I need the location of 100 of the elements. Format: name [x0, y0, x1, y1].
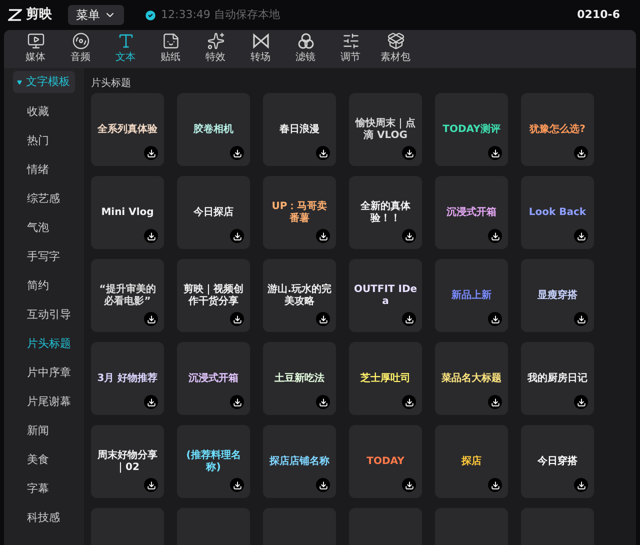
template-card[interactable]: 显瘦穿搭: [521, 259, 594, 332]
check-icon: [144, 8, 157, 22]
template-preview-text: 土豆新吃法: [274, 372, 324, 384]
template-card[interactable]: UP：马哥卖番薯: [263, 176, 336, 249]
download-icon[interactable]: [488, 395, 502, 409]
template-card[interactable]: 周末好物分享｜02: [91, 425, 164, 498]
template-card[interactable]: 新品上新: [435, 259, 508, 332]
tab[interactable]: 调节: [331, 32, 370, 68]
tab[interactable]: 贴纸: [151, 32, 190, 68]
download-icon[interactable]: [574, 395, 588, 409]
sidebar-item[interactable]: 互动引导: [4, 301, 84, 330]
template-card[interactable]: Look Back: [521, 176, 594, 249]
download-icon[interactable]: [230, 229, 244, 243]
download-icon[interactable]: [402, 395, 416, 409]
music-disc-icon: [72, 32, 90, 50]
template-card[interactable]: (推荐料理名称): [177, 425, 250, 498]
download-icon[interactable]: [316, 229, 330, 243]
sidebar-item[interactable]: 简约: [4, 272, 84, 301]
template-card[interactable]: TODAY测评: [435, 93, 508, 166]
download-icon[interactable]: [488, 312, 502, 326]
category-header[interactable]: 文字模板: [13, 71, 75, 93]
sidebar-item[interactable]: 收藏: [4, 98, 84, 127]
template-card[interactable]: 愉快周末｜点滴 VLOG: [349, 93, 422, 166]
template-preview-text: 全系列真体验: [98, 124, 158, 136]
download-icon[interactable]: [230, 478, 244, 492]
sidebar-item[interactable]: 片中序章: [4, 359, 84, 388]
template-card[interactable]: 全新的真体验！！: [349, 176, 422, 249]
sidebar-item[interactable]: 气泡: [4, 214, 84, 243]
download-icon[interactable]: [230, 312, 244, 326]
sidebar-item[interactable]: 热门: [4, 127, 84, 156]
sidebar-item[interactable]: 情绪: [4, 156, 84, 185]
download-icon[interactable]: [574, 229, 588, 243]
download-icon[interactable]: [144, 395, 158, 409]
tab[interactable]: 文本: [106, 32, 145, 68]
template-card[interactable]: Mini Vlog: [91, 176, 164, 249]
menu-button[interactable]: 菜单: [68, 5, 124, 25]
download-icon[interactable]: [574, 312, 588, 326]
download-icon[interactable]: [402, 229, 416, 243]
download-icon[interactable]: [230, 146, 244, 160]
sidebar-item[interactable]: 科技感: [4, 504, 84, 533]
template-card[interactable]: 春日浪漫: [263, 93, 336, 166]
download-icon[interactable]: [574, 478, 588, 492]
download-icon[interactable]: [574, 146, 588, 160]
video-icon: [26, 32, 44, 50]
download-icon[interactable]: [402, 146, 416, 160]
template-card[interactable]: 土豆新吃法: [263, 342, 336, 415]
template-card[interactable]: 3月 好物推荐: [91, 342, 164, 415]
template-card[interactable]: 菜品名大标题: [435, 342, 508, 415]
download-icon[interactable]: [316, 146, 330, 160]
sidebar-item[interactable]: 美食: [4, 446, 84, 475]
download-icon[interactable]: [144, 478, 158, 492]
template-preview-text: 探店店铺名称: [270, 456, 330, 468]
template-card[interactable]: 沉浸式开箱: [435, 176, 508, 249]
download-icon[interactable]: [402, 478, 416, 492]
template-card[interactable]: 全系列真体验: [91, 93, 164, 166]
download-icon[interactable]: [488, 478, 502, 492]
template-preview-text: 芝士厚吐司: [360, 372, 410, 384]
template-card[interactable]: 探店店铺名称: [263, 425, 336, 498]
template-card[interactable]: 我的厨房日记: [521, 342, 594, 415]
sparkles-icon: [206, 32, 224, 50]
download-icon[interactable]: [488, 146, 502, 160]
template-card[interactable]: OUTFIT IDea: [349, 259, 422, 332]
template-card[interactable]: 胶卷相机: [177, 93, 250, 166]
tab[interactable]: 媒体: [16, 32, 55, 68]
template-card[interactable]: 今日探店: [177, 176, 250, 249]
caret-icon: [17, 80, 22, 84]
sidebar-item[interactable]: 字幕: [4, 475, 84, 504]
tab[interactable]: 特效: [196, 32, 235, 68]
tab[interactable]: 素材包: [376, 32, 415, 68]
template-preview-text: Look Back: [528, 206, 586, 218]
download-icon[interactable]: [144, 229, 158, 243]
template-card[interactable]: 芝士厚吐司: [349, 342, 422, 415]
download-icon[interactable]: [316, 478, 330, 492]
download-icon[interactable]: [402, 312, 416, 326]
template-card[interactable]: 探店: [435, 425, 508, 498]
tab[interactable]: 音频: [61, 32, 100, 68]
tab[interactable]: 转场: [241, 32, 280, 68]
download-icon[interactable]: [316, 312, 330, 326]
sidebar-item[interactable]: 综艺感: [4, 185, 84, 214]
sidebar-item[interactable]: 片尾谢幕: [4, 388, 84, 417]
tab[interactable]: 滤镜: [286, 32, 325, 68]
template-card[interactable]: 今日穿搭: [521, 425, 594, 498]
download-icon[interactable]: [230, 395, 244, 409]
template-preview-text: 愉快周末｜点滴 VLOG: [354, 118, 416, 142]
template-preview-text: 游山.玩水的完美攻略: [267, 284, 332, 308]
template-card[interactable]: 游山.玩水的完美攻略: [263, 259, 336, 332]
sidebar-item[interactable]: 新闻: [4, 417, 84, 446]
template-card[interactable]: 犹豫怎么选?: [521, 93, 594, 166]
download-icon[interactable]: [488, 229, 502, 243]
template-card[interactable]: 剪映｜视频创作干货分享: [177, 259, 250, 332]
download-icon[interactable]: [316, 395, 330, 409]
sidebar-item[interactable]: 手写字: [4, 243, 84, 272]
template-card[interactable]: “提升审美的必看电影”: [91, 259, 164, 332]
template-card[interactable]: 沉浸式开箱: [177, 342, 250, 415]
download-icon[interactable]: [144, 312, 158, 326]
package-icon: [386, 32, 404, 50]
sidebar-item[interactable]: 片头标题: [4, 330, 84, 359]
download-icon[interactable]: [144, 146, 158, 160]
template-preview-text: 春日浪漫: [280, 124, 320, 136]
template-card[interactable]: TODAY: [349, 425, 422, 498]
